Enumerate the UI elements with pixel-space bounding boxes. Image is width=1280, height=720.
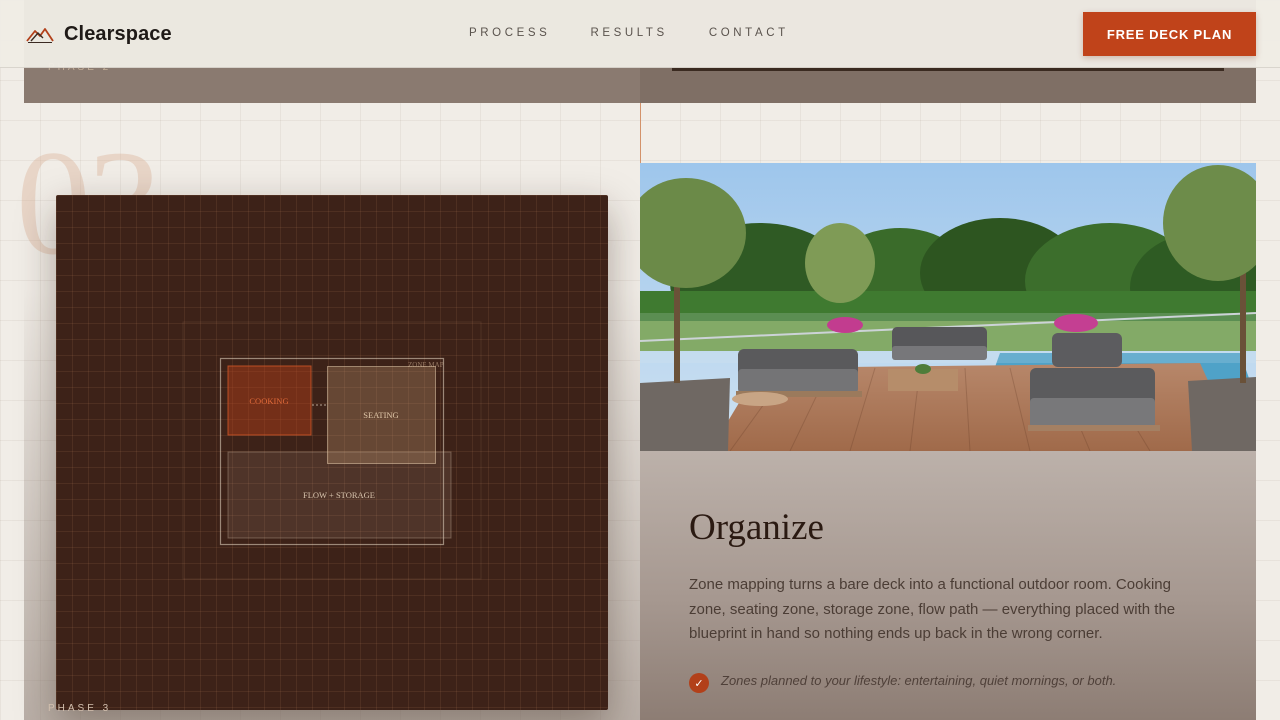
- blueprint-drawing: ZONE MAP COOKING SEATING FLOW + STORAGE: [182, 321, 482, 580]
- step-description: Zone mapping turns a bare deck into a fu…: [689, 576, 1176, 642]
- nav-results-link[interactable]: RESULTS: [590, 27, 667, 39]
- nav-process-link[interactable]: PROCESS: [469, 27, 550, 39]
- brand-name: Clearspace: [64, 22, 172, 45]
- main-nav: PROCESS RESULTS CONTACT: [469, 27, 789, 39]
- zone-map-blueprint: ZONE MAP COOKING SEATING FLOW + STORAGE: [56, 195, 608, 710]
- flow-storage-zone-label: FLOW + STORAGE: [303, 490, 375, 500]
- cooking-zone-label: COOKING: [249, 396, 288, 406]
- phase-label: PHASE 3: [48, 703, 112, 714]
- seating-zone-label: SEATING: [363, 410, 398, 420]
- step-title: Organize: [689, 507, 824, 548]
- nav-contact-link[interactable]: CONTACT: [709, 27, 789, 39]
- mountain-logo-icon: [26, 28, 54, 43]
- check-icon: ✓: [689, 673, 709, 693]
- patio-photo: [640, 163, 1256, 451]
- free-deck-plan-button[interactable]: FREE DECK PLAN: [1083, 12, 1256, 56]
- brand-link[interactable]: Clearspace: [26, 20, 172, 48]
- zone-map-corner-label: ZONE MAP: [408, 361, 444, 369]
- feature-bullet: ✓ Zones planned to your lifestyle: enter…: [689, 672, 1116, 693]
- patio-illustration: [640, 163, 1256, 451]
- site-header: Clearspace PROCESS RESULTS CONTACT FREE …: [0, 0, 1280, 68]
- feature-bullet-text: Zones planned to your lifestyle: enterta…: [721, 673, 1117, 688]
- previous-section-rule: [672, 68, 1224, 71]
- column-divider: [640, 103, 641, 163]
